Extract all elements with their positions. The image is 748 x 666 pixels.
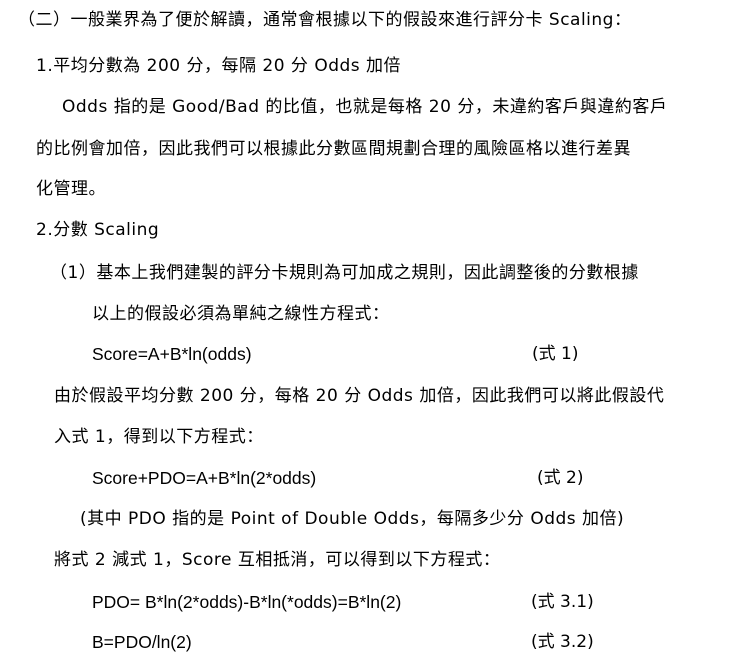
- paragraph-2-line-2: 入式 1，得到以下方程式：: [54, 427, 264, 447]
- equation-3-2-number: (式 3.2): [531, 632, 594, 652]
- equation-3-1: PDO= B*ln(2*odds)-B*ln(*odds)=B*ln(2): [92, 592, 402, 612]
- item2-heading: 2.分數 Scaling: [36, 220, 160, 240]
- item1-heading: 1.平均分數為 200 分，每隔 20 分 Odds 加倍: [36, 56, 402, 76]
- equation-2-number: (式 2): [537, 468, 584, 488]
- section-heading: （二）一般業界為了便於解讀，通常會根據以下的假設來進行評分卡 Scaling：: [18, 10, 632, 30]
- item1-paragraph-line-1: Odds 指的是 Good/Bad 的比值，也就是每格 20 分，未違約客戶與違…: [62, 97, 668, 117]
- equation-2: Score+PDO=A+B*ln(2*odds): [92, 468, 317, 488]
- equation-3-1-number: (式 3.1): [531, 592, 594, 612]
- sub1-line-1: （1）基本上我們建製的評分卡規則為可加成之規則，因此調整後的分數根據: [50, 263, 639, 283]
- equation-3-2: B=PDO/ln(2): [92, 632, 192, 652]
- paragraph-2-line-1: 由於假設平均分數 200 分，每格 20 分 Odds 加倍，因此我們可以將此假…: [54, 386, 665, 406]
- paragraph-3: 將式 2 減式 1，Score 互相抵消，可以得到以下方程式：: [54, 550, 501, 570]
- equation-1-number: (式 1): [532, 344, 579, 364]
- equation-1: Score=A+B*ln(odds): [92, 344, 252, 364]
- item1-paragraph-line-3: 化管理。: [36, 179, 106, 199]
- item1-paragraph-line-2: 的比例會加倍，因此我們可以根據此分數區間規劃合理的風險區格以進行差異: [36, 139, 631, 159]
- sub1-line-2: 以上的假設必須為單純之線性方程式：: [92, 304, 390, 324]
- pdo-note: (其中 PDO 指的是 Point of Double Odds，每隔多少分 O…: [80, 509, 625, 529]
